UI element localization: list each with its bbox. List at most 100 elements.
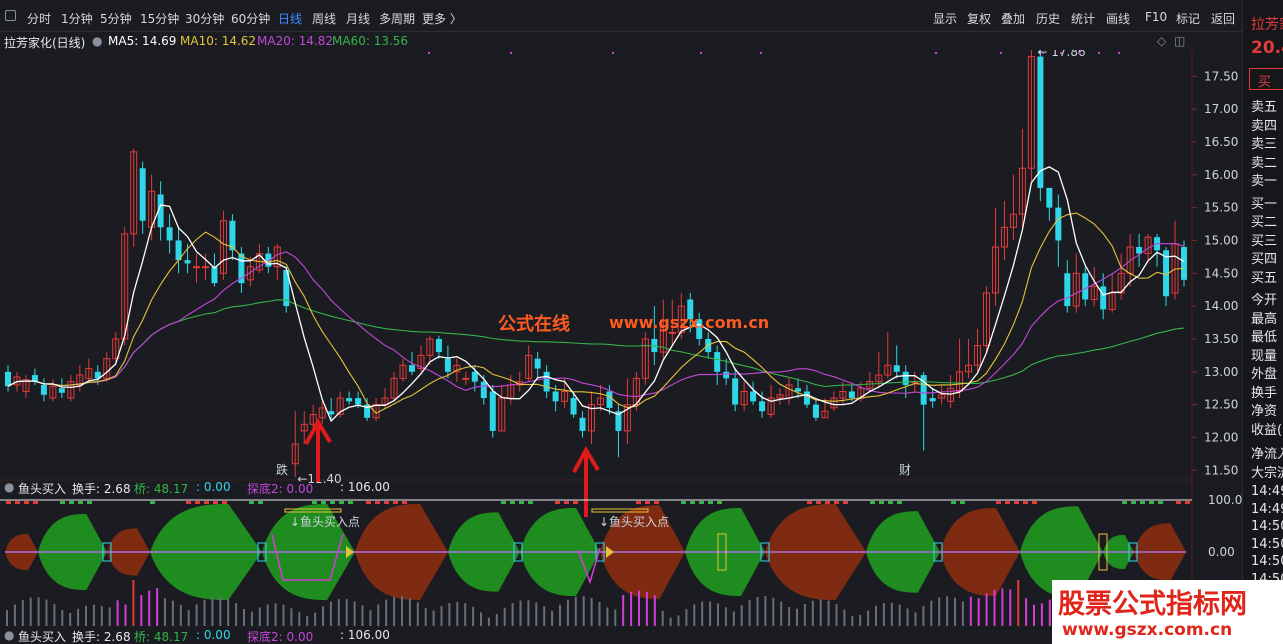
quote-row-3: 卖二 <box>1251 155 1278 171</box>
toolbar-action-2[interactable]: 叠加 <box>1001 10 1025 27</box>
volume-bar <box>456 601 459 626</box>
volume-bar <box>116 600 119 626</box>
signal-dot <box>393 501 398 504</box>
candle-body-down <box>750 391 757 402</box>
volume-bar <box>875 605 877 626</box>
period-tab-10[interactable]: 更多 〉 <box>422 10 462 27</box>
volume-bar <box>898 604 901 626</box>
toolbar-action-1[interactable]: 复权 <box>967 10 991 27</box>
candle-body-down <box>489 391 496 431</box>
indicator-name: 鱼头买入 <box>18 482 67 496</box>
volume-bar <box>606 607 609 626</box>
signal-dot <box>888 501 893 504</box>
volume-bar <box>408 598 411 626</box>
volume-bar <box>914 612 917 626</box>
volume-bar <box>543 606 546 626</box>
volume-bar <box>645 591 648 626</box>
y-tick-label: 16.50 <box>1204 135 1238 149</box>
quote-row-11: 最高 <box>1251 311 1278 327</box>
period-tab-8[interactable]: 月线 <box>346 10 370 27</box>
signal-dot <box>1149 501 1154 504</box>
volume-bar <box>559 604 561 626</box>
volume-bar <box>1025 598 1028 626</box>
period-tab-0[interactable]: 分时 <box>27 10 51 27</box>
volume-bar <box>353 601 356 626</box>
top-marker-dot <box>1098 52 1100 54</box>
period-tab-4[interactable]: 30分钟 <box>185 10 224 27</box>
signal-dot <box>843 501 848 504</box>
volume-bar <box>21 600 24 626</box>
volume-bar <box>487 617 490 626</box>
period-tab-6[interactable]: 日线 <box>278 10 302 27</box>
diamond-icon[interactable]: ◇ <box>1157 34 1166 48</box>
quote-row-10: 今开 <box>1251 293 1278 308</box>
toolbar-action-8[interactable]: 返回 <box>1211 10 1235 27</box>
candle-body-down <box>893 365 900 372</box>
volume-bar <box>1009 589 1012 626</box>
ma60-line <box>7 299 1185 388</box>
window-menu-icon[interactable] <box>5 10 16 21</box>
signal-dot <box>339 501 344 504</box>
volume-bar <box>37 597 40 626</box>
toolbar-action-3[interactable]: 历史 <box>1036 10 1060 27</box>
volume-bar <box>993 589 996 626</box>
candle-body-down <box>1037 56 1044 188</box>
volume-bar <box>574 596 577 626</box>
volume-bar <box>298 611 301 626</box>
period-tab-7[interactable]: 周线 <box>312 10 336 27</box>
volume-bar <box>764 596 767 626</box>
signal-dot <box>15 501 20 504</box>
volume-bar <box>732 611 735 626</box>
quote-row-19: 大宗流 <box>1251 465 1283 481</box>
volume-bar <box>669 617 672 626</box>
volume-bar <box>171 600 174 626</box>
period-tab-3[interactable]: 15分钟 <box>140 10 179 27</box>
candle-body-up <box>668 331 676 334</box>
volume-bar <box>709 601 712 626</box>
marker-cai: 财 <box>899 463 911 477</box>
volume-bar <box>179 604 182 626</box>
signal-dot <box>6 501 11 504</box>
volume-bar <box>290 608 293 626</box>
volume-bar <box>85 605 87 626</box>
top-marker-dot <box>700 52 702 54</box>
candle-body-down <box>732 378 739 405</box>
buy-button[interactable]: 买 <box>1249 68 1283 90</box>
volume-bar <box>53 604 56 626</box>
period-tab-9[interactable]: 多周期 <box>379 10 415 27</box>
indicator-toggle-icon[interactable]: ● <box>4 480 14 494</box>
volume-bar <box>140 595 143 626</box>
toolbar-action-6[interactable]: F10 <box>1145 10 1167 24</box>
toolbar-action-0[interactable]: 显示 <box>933 10 957 27</box>
settings-circle-icon[interactable]: ● <box>92 34 102 48</box>
indicator-toggle-icon[interactable]: ● <box>4 628 14 642</box>
volume-bar <box>756 596 759 626</box>
toolbar-action-4[interactable]: 统计 <box>1071 10 1095 27</box>
period-tab-2[interactable]: 5分钟 <box>100 10 132 27</box>
quote-row-1: 卖四 <box>1251 118 1278 134</box>
y-tick-label: 17.00 <box>1204 102 1238 116</box>
signal-dot <box>690 501 695 504</box>
top-marker-dot <box>1000 52 1002 54</box>
quote-row-5: 买一 <box>1251 196 1278 212</box>
volume-bar <box>13 604 16 626</box>
high-price-label: ← 17.86 <box>1037 50 1085 59</box>
candle-body-down <box>812 404 819 418</box>
toolbar-action-7[interactable]: 标记 <box>1176 10 1200 27</box>
quote-row-15: 换手 <box>1251 385 1278 401</box>
top-marker-dot <box>428 52 430 54</box>
candle-body-down <box>759 401 766 412</box>
signal-dot <box>870 501 875 504</box>
period-tab-5[interactable]: 60分钟 <box>231 10 270 27</box>
signal-dot <box>717 501 722 504</box>
period-tab-1[interactable]: 1分钟 <box>61 10 93 27</box>
volume-bar <box>329 601 332 626</box>
layout-toggle-icon[interactable]: ◫ <box>1174 34 1185 48</box>
volume-bar <box>535 602 538 626</box>
volume-bar <box>788 606 791 626</box>
toolbar-action-5[interactable]: 画线 <box>1106 10 1130 27</box>
signal-label: ↓鱼头买入点 <box>599 515 669 529</box>
candle-body-down <box>543 371 550 392</box>
volume-bar <box>274 603 277 626</box>
volume-bar <box>661 610 664 626</box>
